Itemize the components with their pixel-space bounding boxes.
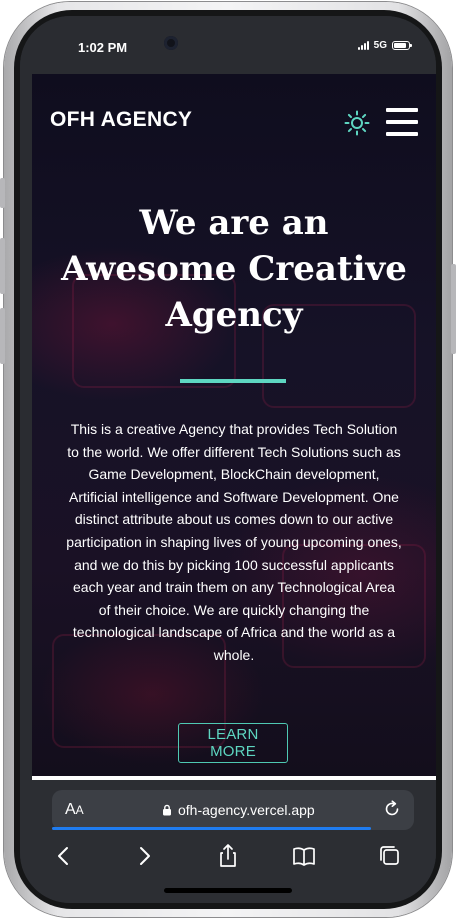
front-camera bbox=[164, 36, 178, 50]
address-bar[interactable]: AA ofh-agency.vercel.app bbox=[52, 790, 414, 830]
status-indicators: 5G bbox=[357, 40, 412, 51]
page-load-progress bbox=[52, 827, 371, 830]
phone-frame: 1:02 PM 5G OFH AGENCY We are an Awesome … bbox=[0, 2, 456, 917]
status-time: 1:02 PM bbox=[78, 40, 128, 55]
volume-down-button bbox=[0, 308, 5, 364]
battery-icon bbox=[392, 41, 412, 50]
hamburger-menu-icon[interactable] bbox=[386, 108, 418, 136]
volume-up-button bbox=[0, 238, 5, 294]
reader-settings-button[interactable]: AA bbox=[65, 801, 84, 819]
hero-description: This is a creative Agency that provides … bbox=[66, 421, 402, 663]
title-divider bbox=[180, 379, 286, 383]
status-bar: 1:02 PM 5G bbox=[20, 16, 436, 74]
tabs-icon[interactable] bbox=[376, 842, 404, 870]
url-text: ofh-agency.vercel.app bbox=[178, 802, 315, 818]
reload-icon[interactable] bbox=[382, 799, 402, 819]
web-page: OFH AGENCY We are an Awesome Creative Ag… bbox=[32, 74, 436, 776]
action-button bbox=[0, 178, 5, 208]
sun-icon[interactable] bbox=[344, 110, 370, 136]
network-label: 5G bbox=[373, 40, 387, 51]
learn-more-button[interactable]: LEARN MORE bbox=[178, 723, 288, 763]
power-button bbox=[451, 264, 456, 354]
browser-toolbar: AA ofh-agency.vercel.app bbox=[20, 780, 436, 903]
signal-icon bbox=[357, 41, 369, 50]
book-icon[interactable] bbox=[290, 842, 318, 870]
url-display[interactable]: ofh-agency.vercel.app bbox=[162, 802, 315, 818]
hero-title: We are an Awesome Creative Agency bbox=[61, 203, 407, 335]
screen: 1:02 PM 5G OFH AGENCY We are an Awesome … bbox=[20, 16, 436, 903]
brand-logo[interactable]: OFH AGENCY bbox=[50, 108, 192, 132]
lock-icon bbox=[163, 804, 171, 816]
home-indicator[interactable] bbox=[164, 888, 292, 893]
browser-nav-row bbox=[20, 842, 436, 874]
share-icon[interactable] bbox=[214, 842, 242, 870]
chevron-right-icon[interactable] bbox=[130, 842, 158, 870]
chevron-left-icon[interactable] bbox=[50, 842, 78, 870]
